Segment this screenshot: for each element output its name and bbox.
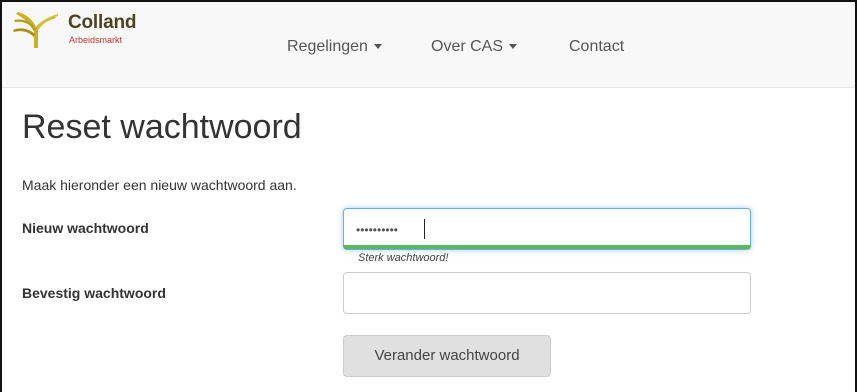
nav-contact[interactable]: Contact [569, 38, 624, 56]
caret-down-icon [509, 44, 518, 50]
nav-over-cas[interactable]: Over CAS [431, 38, 518, 56]
brand-logo[interactable]: Colland Arbeidsmarkt [12, 10, 162, 48]
nav-over-cas-label: Over CAS [431, 38, 504, 55]
page-title: Reset wachtwoord [22, 108, 302, 146]
wheat-logo-icon [13, 12, 58, 48]
brand-subtitle: Arbeidsmarkt [69, 35, 123, 45]
text-cursor [424, 219, 425, 239]
navbar: Colland Arbeidsmarkt Regelingen Over CAS… [2, 2, 855, 88]
nav-contact-label: Contact [569, 38, 625, 55]
change-password-button[interactable]: Verander wachtwoord [343, 335, 551, 377]
new-password-value: •••••••••• [356, 223, 399, 237]
confirm-password-label: Bevestig wachtwoord [22, 285, 166, 301]
confirm-password-input[interactable] [343, 272, 751, 314]
caret-down-icon [373, 44, 382, 50]
brand-name: Colland [68, 12, 137, 33]
password-strength-bar [343, 245, 751, 249]
nav-regelingen[interactable]: Regelingen [287, 38, 382, 56]
nav-regelingen-label: Regelingen [287, 38, 368, 55]
password-strength-text: Sterk wachtwoord! [358, 252, 449, 264]
page-intro: Maak hieronder een nieuw wachtwoord aan. [22, 177, 297, 193]
new-password-input[interactable]: •••••••••• [343, 208, 751, 250]
new-password-label: Nieuw wachtwoord [22, 220, 149, 236]
